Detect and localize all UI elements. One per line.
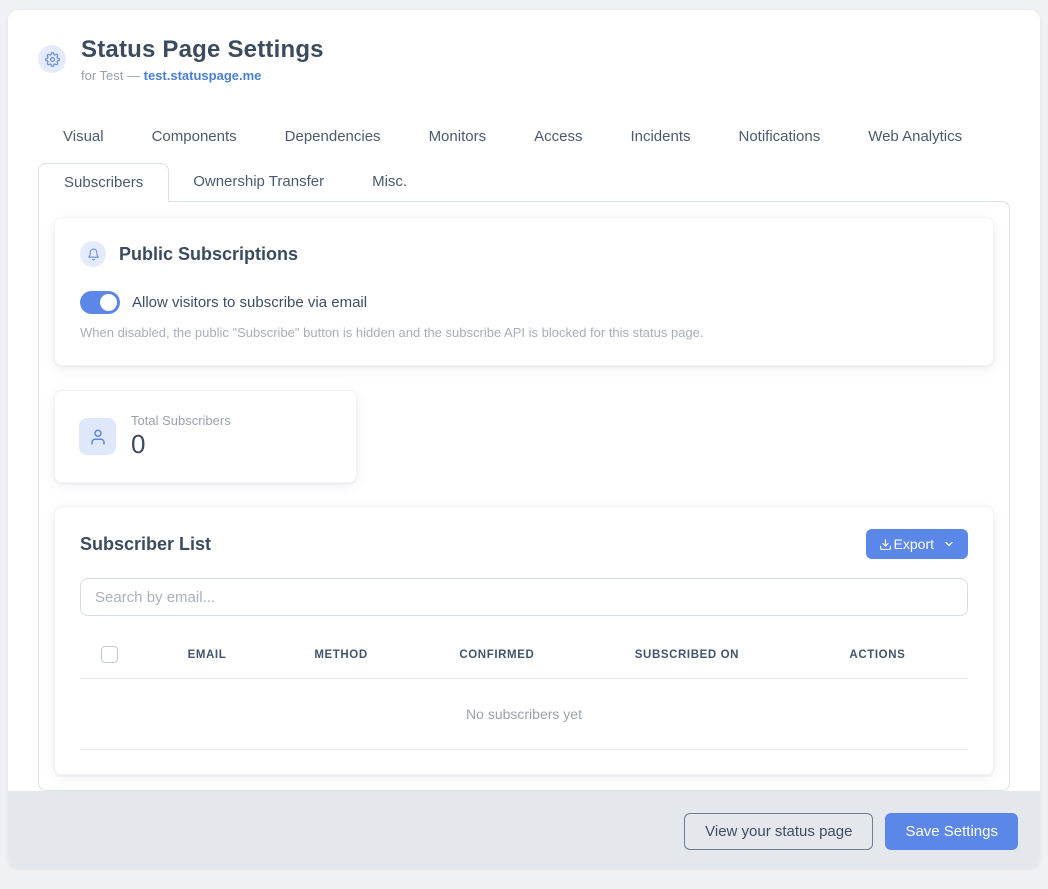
page-subtitle: for Test — test.statuspage.me: [81, 68, 324, 83]
export-button[interactable]: Export: [866, 529, 968, 559]
allow-subscribe-toggle[interactable]: [80, 291, 120, 314]
column-header-subscribed-on: Subscribed On: [587, 636, 787, 679]
total-subscribers-value: 0: [131, 429, 231, 460]
select-all-cell: [80, 636, 139, 679]
column-header-actions: Actions: [787, 636, 968, 679]
column-header-confirmed: Confirmed: [407, 636, 587, 679]
status-page-settings-card: Status Page Settings for Test — test.sta…: [8, 10, 1040, 868]
tab-visual[interactable]: Visual: [63, 128, 104, 145]
export-button-label: Export: [894, 536, 934, 552]
empty-state-row: No subscribers yet: [80, 679, 968, 750]
settings-footer: View your status page Save Settings: [8, 791, 1040, 868]
stat-text-block: Total Subscribers 0: [131, 413, 231, 460]
gear-icon: [38, 45, 66, 73]
subtitle-prefix: for Test —: [81, 68, 144, 83]
subscribers-tab-panel: Public Subscriptions Allow visitors to s…: [38, 201, 1010, 791]
subscribe-toggle-row: Allow visitors to subscribe via email: [80, 291, 968, 314]
tab-access[interactable]: Access: [534, 128, 582, 145]
column-header-method: Method: [275, 636, 406, 679]
page-header: Status Page Settings for Test — test.sta…: [8, 10, 1040, 83]
total-subscribers-label: Total Subscribers: [131, 413, 231, 428]
chevron-down-icon: [943, 538, 955, 550]
status-page-link[interactable]: test.statuspage.me: [144, 68, 262, 83]
tab-ownership-transfer[interactable]: Ownership Transfer: [169, 163, 348, 201]
tab-web-analytics[interactable]: Web Analytics: [868, 128, 962, 145]
search-input[interactable]: [80, 578, 968, 616]
tab-notifications[interactable]: Notifications: [739, 128, 821, 145]
tab-dependencies[interactable]: Dependencies: [285, 128, 381, 145]
tab-incidents[interactable]: Incidents: [630, 128, 690, 145]
subscriber-list-card: Subscriber List Export: [54, 506, 994, 775]
toggle-knob: [100, 294, 117, 311]
tabs-row-1: Visual Components Dependencies Monitors …: [38, 128, 1010, 163]
download-icon: [879, 538, 892, 551]
tab-components[interactable]: Components: [152, 128, 237, 145]
subscriber-list-title: Subscriber List: [80, 534, 211, 555]
public-subscriptions-header: Public Subscriptions: [80, 241, 968, 267]
public-subscriptions-title: Public Subscriptions: [119, 244, 298, 265]
public-subscriptions-card: Public Subscriptions Allow visitors to s…: [54, 217, 994, 366]
select-all-checkbox[interactable]: [101, 646, 118, 663]
empty-state-text: No subscribers yet: [80, 679, 968, 750]
toggle-label: Allow visitors to subscribe via email: [132, 294, 367, 311]
subscribe-helper-text: When disabled, the public "Subscribe" bu…: [80, 325, 968, 340]
save-settings-button[interactable]: Save Settings: [885, 813, 1018, 850]
bell-icon: [80, 241, 106, 267]
tabs-row-2: Subscribers Ownership Transfer Misc.: [38, 163, 1010, 201]
table-header-row: Email Method Confirmed Subscribed On Act…: [80, 636, 968, 679]
column-header-email: Email: [139, 636, 276, 679]
tabs-area: Visual Components Dependencies Monitors …: [8, 128, 1040, 791]
subscriber-table: Email Method Confirmed Subscribed On Act…: [80, 636, 968, 750]
user-icon: [79, 418, 116, 455]
header-text-block: Status Page Settings for Test — test.sta…: [81, 36, 324, 83]
view-status-page-button[interactable]: View your status page: [684, 813, 873, 850]
tab-subscribers[interactable]: Subscribers: [38, 163, 169, 202]
page-title: Status Page Settings: [81, 36, 324, 64]
total-subscribers-card: Total Subscribers 0: [54, 390, 357, 483]
subscriber-list-header: Subscriber List Export: [80, 529, 968, 559]
tab-misc[interactable]: Misc.: [348, 163, 431, 201]
tab-monitors[interactable]: Monitors: [429, 128, 487, 145]
